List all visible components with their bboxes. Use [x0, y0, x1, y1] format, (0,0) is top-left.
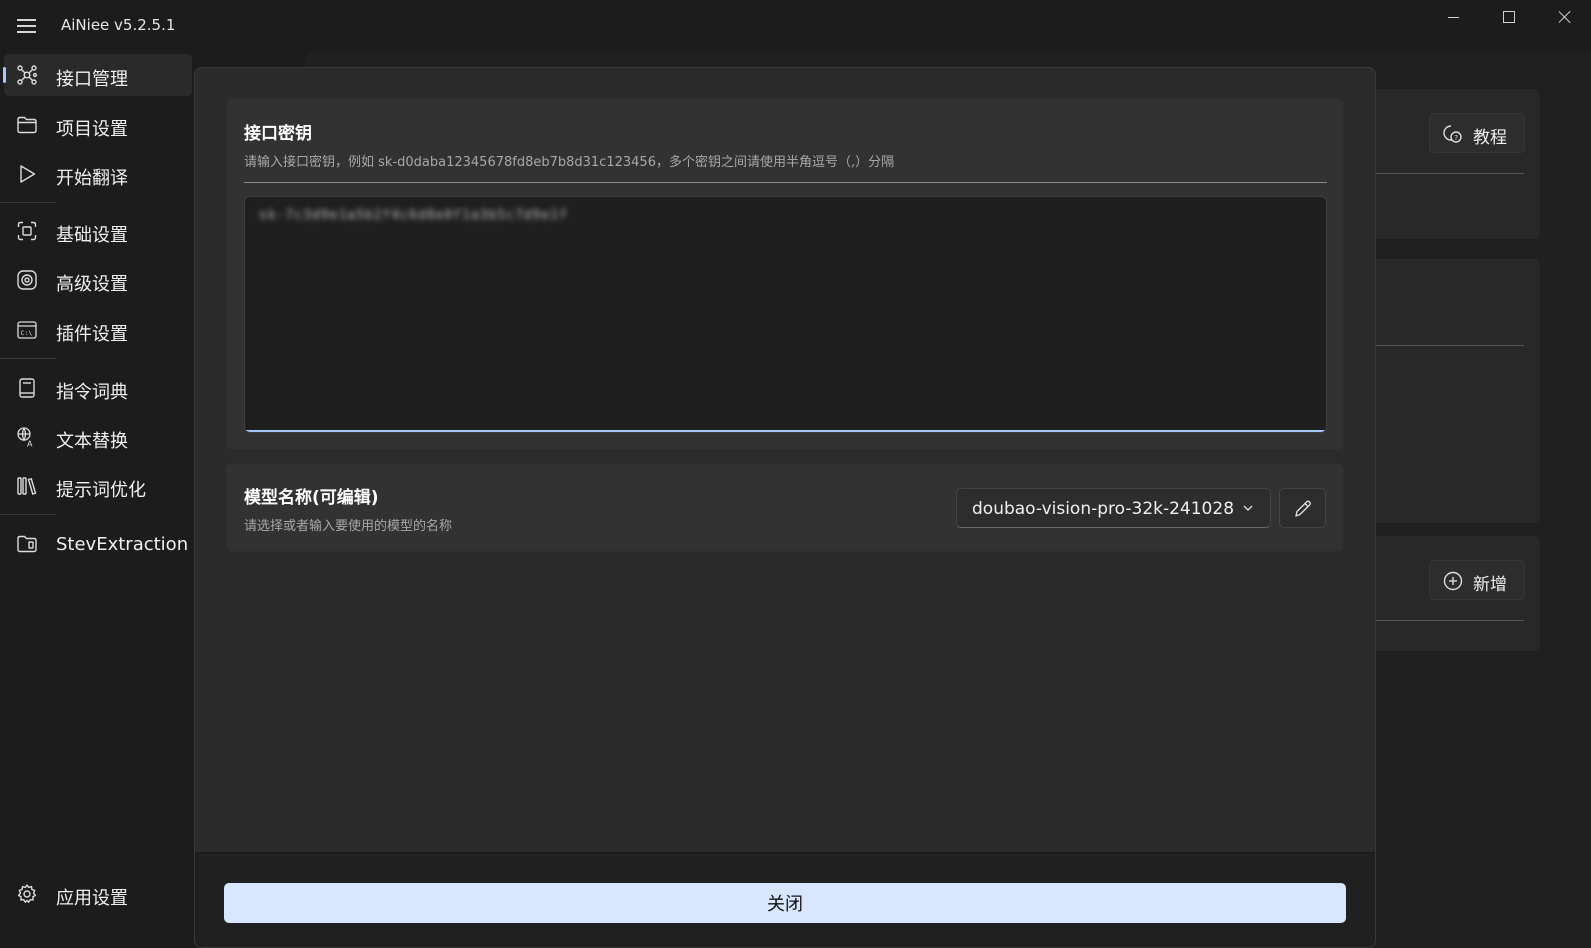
- dialog-footer: 关闭: [195, 852, 1375, 947]
- sidebar-item-advanced-settings[interactable]: 高级设置: [4, 259, 192, 301]
- tutorial-label: 教程: [1473, 128, 1507, 148]
- svg-text:A: A: [27, 440, 33, 449]
- sidebar-item-stevextraction[interactable]: StevExtraction: [4, 523, 192, 565]
- add-label: 新增: [1473, 575, 1507, 595]
- sidebar-item-instruction-dictionary[interactable]: 指令词典: [4, 367, 192, 409]
- svg-text:C:\: C:\: [21, 329, 33, 337]
- close-window-button[interactable]: [1537, 0, 1591, 34]
- api-key-title: 接口密钥: [244, 124, 312, 144]
- model-name-description: 请选择或者输入要使用的模型的名称: [244, 519, 453, 534]
- sidebar-item-label: 插件设置: [56, 324, 128, 345]
- maximize-icon: [1503, 11, 1515, 23]
- sidebar-item-label: 开始翻译: [56, 168, 128, 189]
- api-key-description: 请输入接口密钥，例如 sk-d0daba12345678fd8eb7b8d31c…: [244, 155, 895, 170]
- api-key-textarea[interactable]: sk-7c3d9e1a5b2f4c6d8e0f1a3b5c7d9e1f: [244, 196, 1327, 433]
- sidebar-divider: [0, 358, 56, 359]
- book-icon: [19, 378, 35, 398]
- target-icon: [17, 270, 37, 290]
- minimize-icon: [1447, 16, 1459, 18]
- close-icon: [1558, 10, 1572, 24]
- sidebar-item-label: 指令词典: [56, 382, 128, 403]
- sidebar-item-app-settings[interactable]: 应用设置: [4, 873, 192, 915]
- sidebar-item-label: 基础设置: [56, 225, 128, 246]
- sidebar-item-text-replacement[interactable]: A 文本替换: [4, 416, 192, 458]
- chevron-down-icon: [1243, 505, 1253, 511]
- sidebar-item-label: 文本替换: [56, 431, 128, 452]
- play-icon: [20, 165, 36, 183]
- model-select-value: doubao-vision-pro-32k-241028: [972, 499, 1235, 519]
- maximize-button[interactable]: [1481, 0, 1537, 34]
- sidebar-item-label: 接口管理: [56, 69, 128, 90]
- sidebar-item-project-settings[interactable]: 项目设置: [4, 104, 192, 146]
- network-icon: [17, 65, 38, 85]
- active-indicator: [3, 67, 6, 83]
- tutorial-button[interactable]: ? 教程: [1429, 113, 1525, 153]
- help-chat-icon: ?: [1443, 125, 1462, 143]
- api-edit-dialog: 接口密钥 请输入接口密钥，例如 sk-d0daba12345678fd8eb7b…: [194, 67, 1376, 948]
- app-window: AiNiee v5.2.5.1 接口管理 项目设置 开始翻译 基础设置 高级设置…: [0, 0, 1591, 948]
- hamburger-menu-icon[interactable]: [12, 12, 42, 40]
- model-select[interactable]: doubao-vision-pro-32k-241028: [956, 488, 1271, 528]
- app-title: AiNiee v5.2.5.1: [61, 16, 176, 34]
- api-key-card: 接口密钥 请输入接口密钥，例如 sk-d0daba12345678fd8eb7b…: [226, 98, 1344, 450]
- library-icon: [17, 477, 37, 495]
- sidebar-item-label: 应用设置: [56, 888, 128, 909]
- language-icon: A: [17, 427, 33, 449]
- background-divider: [1376, 620, 1524, 621]
- background-divider: [1376, 345, 1524, 346]
- sidebar: 接口管理 项目设置 开始翻译 基础设置 高级设置 C:\ 插件设置 指令词典 A…: [0, 52, 195, 948]
- folder-icon: [17, 116, 37, 134]
- sidebar-item-plugin-settings[interactable]: C:\ 插件设置: [4, 309, 192, 351]
- model-name-title: 模型名称(可编辑): [244, 488, 379, 508]
- pencil-icon: [1295, 500, 1311, 517]
- background-card: [1365, 89, 1540, 239]
- background-divider: [1376, 173, 1524, 174]
- gear-icon: [17, 884, 37, 903]
- sidebar-item-label: 提示词优化: [56, 480, 146, 501]
- frame-icon: [17, 221, 37, 241]
- focus-indicator: [245, 430, 1326, 432]
- sidebar-divider: [0, 514, 56, 515]
- sidebar-item-label: 项目设置: [56, 119, 128, 140]
- sidebar-item-label: StevExtraction: [56, 534, 189, 555]
- sidebar-item-api-management[interactable]: 接口管理: [3, 54, 192, 96]
- title-bar: AiNiee v5.2.5.1: [0, 0, 1591, 52]
- edit-model-button[interactable]: [1279, 488, 1326, 528]
- background-card: [1365, 259, 1540, 523]
- sidebar-item-label: 高级设置: [56, 274, 128, 295]
- minimize-button[interactable]: [1425, 0, 1481, 34]
- close-dialog-button[interactable]: 关闭: [224, 883, 1346, 923]
- terminal-icon: C:\: [17, 321, 37, 339]
- svg-text:?: ?: [1454, 134, 1458, 142]
- model-name-card: 模型名称(可编辑) 请选择或者输入要使用的模型的名称 doubao-vision…: [226, 463, 1344, 552]
- sidebar-divider: [0, 202, 56, 203]
- add-button[interactable]: 新增: [1429, 560, 1525, 600]
- card-divider: [244, 182, 1327, 183]
- sidebar-item-basic-settings[interactable]: 基础设置: [4, 210, 192, 252]
- add-circle-icon: [1443, 571, 1463, 591]
- sidebar-item-start-translation[interactable]: 开始翻译: [4, 153, 192, 195]
- sidebar-item-prompt-optimization[interactable]: 提示词优化: [4, 465, 192, 507]
- extract-icon: [17, 535, 37, 553]
- api-key-value: sk-7c3d9e1a5b2f4c6d8e0f1a3b5c7d9e1f: [259, 208, 568, 223]
